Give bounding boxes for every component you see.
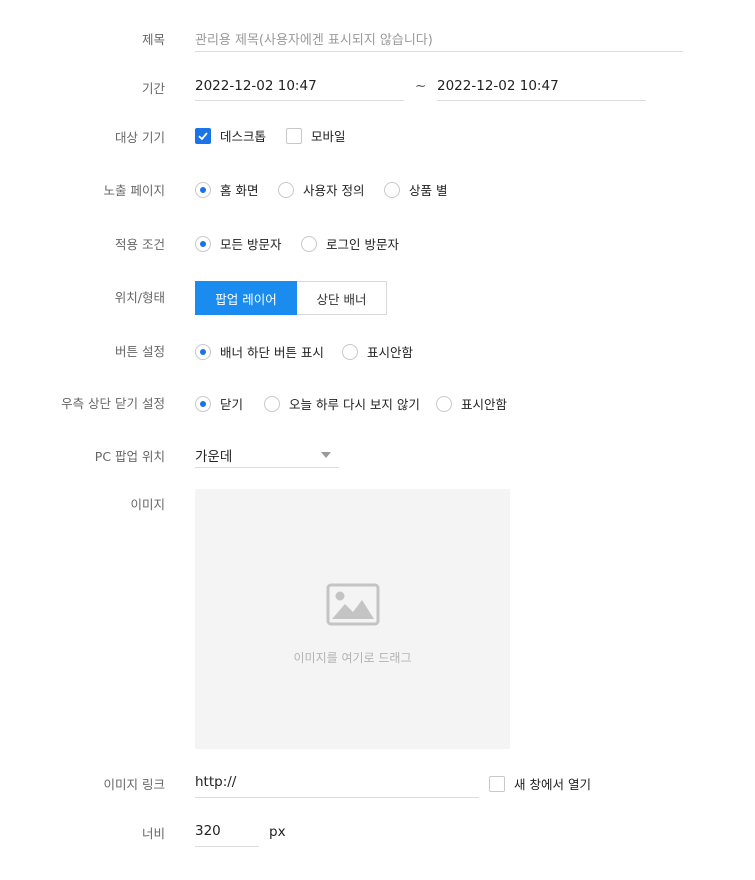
all-visitors-radio[interactable] xyxy=(195,235,211,252)
custom-label: 사용자 정의 xyxy=(303,183,365,198)
pc-position-select[interactable]: 가운데 xyxy=(195,442,339,468)
home-label: 홈 화면 xyxy=(220,183,259,198)
title-input[interactable]: 관리용 제목(사용자에겐 표시되지 않습니다) xyxy=(195,26,683,52)
login-visitors-label: 로그인 방문자 xyxy=(326,237,399,252)
hide-button-label: 표시안함 xyxy=(367,345,414,360)
page-label: 노출 페이지 xyxy=(103,183,165,198)
all-visitors-label: 모든 방문자 xyxy=(220,237,282,252)
period-end-value: 2022-12-02 10:47 xyxy=(437,78,559,94)
close-option-today[interactable]: 오늘 하루 다시 보지 않기 xyxy=(264,394,420,413)
close-hide-label: 표시안함 xyxy=(461,397,508,412)
show-button-radio[interactable] xyxy=(195,343,211,360)
image-link-label: 이미지 링크 xyxy=(103,777,165,792)
image-icon xyxy=(326,583,380,626)
condition-option-login[interactable]: 로그인 방문자 xyxy=(301,234,399,253)
close-radio[interactable] xyxy=(195,395,211,412)
title-label: 제목 xyxy=(141,32,165,47)
close-label: 닫기 xyxy=(220,397,244,412)
condition-option-all[interactable]: 모든 방문자 xyxy=(195,234,281,253)
new-window-option[interactable]: 새 창에서 열기 xyxy=(489,774,591,793)
pc-position-value: 가운데 xyxy=(195,449,233,465)
width-unit: px xyxy=(269,824,286,840)
condition-label: 적용 조건 xyxy=(115,237,165,252)
segment-popup-layer[interactable]: 팝업 레이어 xyxy=(195,281,297,315)
close-option-hide[interactable]: 표시안함 xyxy=(436,394,507,413)
desktop-label: 데스크톱 xyxy=(220,129,267,144)
today-radio[interactable] xyxy=(264,395,280,412)
show-button-label: 배너 하단 버튼 표시 xyxy=(220,345,324,360)
width-label: 너비 xyxy=(141,826,165,841)
image-link-value: http:// xyxy=(195,774,237,790)
product-label: 상품 별 xyxy=(409,183,448,198)
hide-button-radio[interactable] xyxy=(342,343,358,360)
pc-position-label: PC 팝업 위치 xyxy=(94,449,165,464)
period-end-input[interactable]: 2022-12-02 10:47 xyxy=(437,75,646,101)
custom-radio[interactable] xyxy=(278,181,294,198)
device-option-mobile[interactable]: 모바일 xyxy=(286,126,346,145)
image-dropzone[interactable]: 이미지를 여기로 드래그 xyxy=(195,489,510,749)
image-label: 이미지 xyxy=(130,497,165,512)
image-link-input[interactable]: http:// xyxy=(195,771,479,798)
device-option-desktop[interactable]: 데스크톱 xyxy=(195,126,266,145)
page-option-custom[interactable]: 사용자 정의 xyxy=(278,180,364,199)
segment-top-banner[interactable]: 상단 배너 xyxy=(297,281,387,315)
mobile-checkbox[interactable] xyxy=(286,127,302,144)
home-radio[interactable] xyxy=(195,181,211,198)
period-separator: ~ xyxy=(415,78,427,94)
new-window-checkbox[interactable] xyxy=(489,775,505,792)
dropzone-text: 이미지를 여기로 드래그 xyxy=(293,651,412,665)
new-window-label: 새 창에서 열기 xyxy=(514,777,591,792)
close-setting-label: 우측 상단 닫기 설정 xyxy=(61,396,165,411)
width-value: 320 xyxy=(195,823,221,839)
period-start-input[interactable]: 2022-12-02 10:47 xyxy=(195,75,404,101)
check-icon xyxy=(198,131,208,140)
period-start-value: 2022-12-02 10:47 xyxy=(195,78,317,94)
title-placeholder: 관리용 제목(사용자에겐 표시되지 않습니다) xyxy=(195,33,433,48)
position-label: 위치/형태 xyxy=(114,290,165,305)
close-option-close[interactable]: 닫기 xyxy=(195,394,243,413)
width-input[interactable]: 320 xyxy=(195,820,259,847)
button-setting-label: 버튼 설정 xyxy=(115,344,165,359)
caret-down-icon xyxy=(321,452,331,458)
product-radio[interactable] xyxy=(384,181,400,198)
close-hide-radio[interactable] xyxy=(436,395,452,412)
button-option-hide[interactable]: 표시안함 xyxy=(342,342,413,361)
period-label: 기간 xyxy=(141,81,165,96)
button-option-show[interactable]: 배너 하단 버튼 표시 xyxy=(195,342,324,361)
device-label: 대상 기기 xyxy=(115,130,165,145)
login-visitors-radio[interactable] xyxy=(301,235,317,252)
today-label: 오늘 하루 다시 보지 않기 xyxy=(289,397,420,412)
page-option-product[interactable]: 상품 별 xyxy=(384,180,447,199)
page-option-home[interactable]: 홈 화면 xyxy=(195,180,258,199)
mobile-label: 모바일 xyxy=(311,129,346,144)
desktop-checkbox[interactable] xyxy=(195,127,211,144)
